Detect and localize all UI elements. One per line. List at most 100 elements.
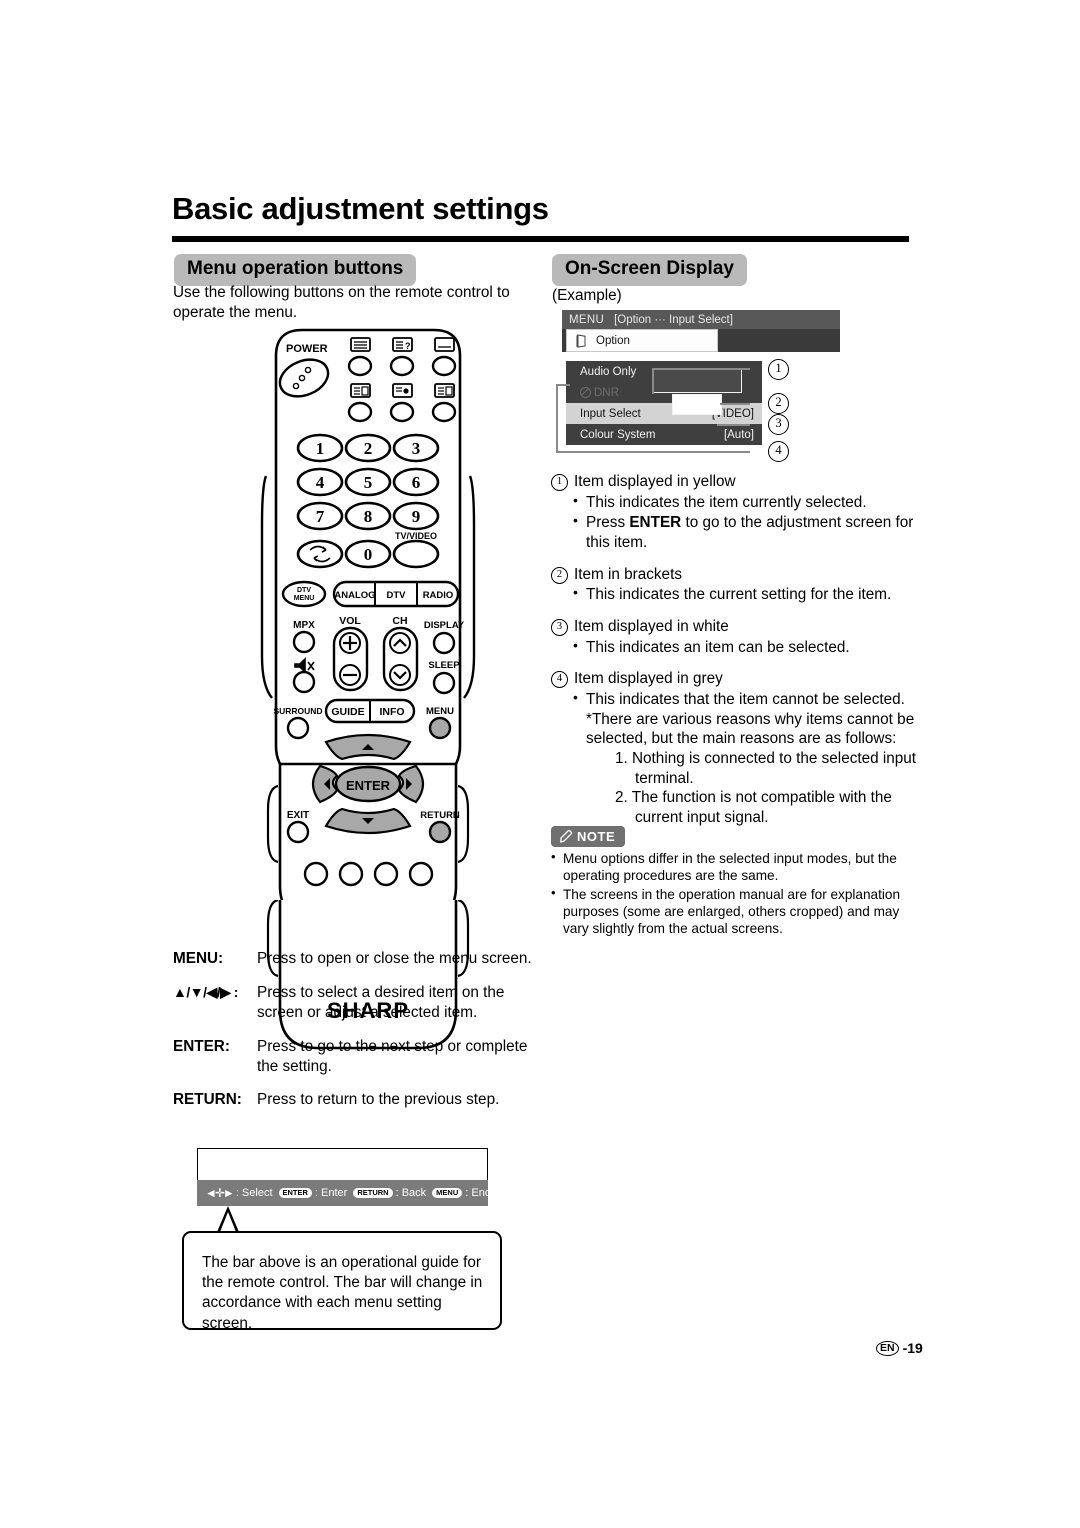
explanation-title-3: Item displayed in white — [574, 617, 729, 635]
svg-text:RETURN: RETURN — [420, 810, 460, 821]
svg-text:EXIT: EXIT — [287, 810, 309, 821]
explanation-number-3: 3 — [551, 618, 568, 636]
osd-menu-path: [Option ··· Input Select] — [614, 313, 733, 326]
guide-menu-label: : End — [465, 1187, 491, 1199]
osd-row-colour-system[interactable]: Colour System [Auto] — [566, 424, 762, 445]
osd-explanation-item-2: 2 Item in brackets This indicates the cu… — [551, 565, 923, 605]
guide-return-key: RETURN — [353, 1188, 393, 1198]
svg-text:ENTER: ENTER — [346, 778, 391, 793]
svg-text:6: 6 — [412, 473, 421, 492]
explanation-bullets-2: This indicates the current setting for t… — [551, 584, 923, 605]
svg-text:4: 4 — [316, 473, 325, 492]
svg-text:POWER: POWER — [286, 343, 328, 355]
note-badge: NOTE — [551, 826, 626, 847]
button-description-list: MENU: Press to open or close the menu sc… — [173, 949, 533, 1124]
section-heading-menu-operation-buttons: Menu operation buttons — [174, 254, 417, 286]
svg-text:DISPLAY: DISPLAY — [424, 620, 465, 631]
leader-line-4-stub — [556, 384, 570, 386]
svg-text:INFO: INFO — [379, 706, 404, 718]
example-label: (Example) — [552, 287, 622, 304]
intro-line-2: operate the menu. — [173, 303, 298, 321]
leader-line-2 — [720, 403, 750, 405]
button-key-return: RETURN: — [173, 1091, 242, 1109]
svg-text:SURROUND: SURROUND — [273, 706, 322, 716]
osd-row-input-select[interactable]: Input Select [VIDEO] — [566, 403, 762, 424]
svg-text:9: 9 — [412, 507, 421, 526]
svg-text:3: 3 — [412, 439, 421, 458]
explanation-heading: 3 Item displayed in white — [551, 617, 923, 637]
button-key-menu: MENU: — [173, 950, 224, 967]
button-desc-return: Press to return to the previous step. — [257, 1091, 500, 1109]
explanation-heading: 1 Item displayed in yellow — [551, 472, 923, 492]
osd-menu-bar: MENU [Option ··· Input Select] — [562, 310, 840, 329]
svg-text:ANALOG: ANALOG — [334, 590, 375, 601]
svg-text:GUIDE: GUIDE — [331, 706, 364, 718]
osd-tab-label: Option — [596, 334, 630, 347]
svg-text:MPX: MPX — [293, 620, 315, 631]
button-description-row: ENTER: Press to go to the next step or c… — [173, 1037, 533, 1077]
svg-text:?: ? — [405, 341, 411, 351]
explanation-bullet: This indicates the item currently select… — [551, 492, 923, 513]
svg-text:2: 2 — [364, 439, 373, 458]
guide-bar-callout-box: The bar above is an operational guide fo… — [182, 1231, 502, 1332]
menu-operation-intro: Use the following buttons on the remote … — [173, 283, 529, 322]
explanation-bullet: This indicates the current setting for t… — [551, 584, 923, 605]
leader-line-1 — [652, 368, 750, 370]
page-footer: EN -19 — [876, 1340, 923, 1356]
callout-number-2: 2 — [768, 393, 789, 414]
svg-text:CH: CH — [392, 615, 407, 627]
button-key-enter: ENTER: — [173, 1037, 230, 1055]
callout-number-3: 3 — [768, 414, 789, 435]
svg-text:SLEEP: SLEEP — [428, 660, 460, 671]
osd-label-dnr: DNR — [594, 386, 619, 399]
explanation-title-4: Item displayed in grey — [574, 670, 723, 688]
locale-badge: EN — [876, 1340, 899, 1356]
osd-tab-option[interactable]: Option — [566, 329, 718, 352]
explanation-bullets-4: This indicates that the item cannot be s… — [551, 689, 923, 710]
page-title: Basic adjustment settings — [172, 191, 549, 226]
osd-label-colour-system: Colour System — [580, 428, 656, 441]
osd-explanation-item-1: 1 Item displayed in yellow This indicate… — [551, 472, 923, 553]
svg-text:MENU: MENU — [426, 706, 454, 717]
button-desc-menu: Press to open or close the menu screen. — [257, 950, 532, 967]
title-rule — [172, 236, 909, 242]
svg-text:RADIO: RADIO — [423, 590, 454, 601]
explanation-heading: 4 Item displayed in grey — [551, 669, 923, 689]
explanation-bullet: Press ENTER to go to the adjustment scre… — [551, 512, 923, 552]
osd-highlight-selected-item — [652, 369, 742, 393]
explanation-number-1: 1 — [551, 474, 568, 491]
button-description-row: MENU: Press to open or close the menu sc… — [173, 949, 533, 969]
button-description-row: ▲/▼/◀/▶ : Press to select a desired item… — [173, 983, 533, 1023]
explanation-number-4: 4 — [551, 671, 568, 689]
leader-line-4-vert — [556, 384, 558, 452]
operational-guide-bar: ◄✛► : Select ENTER : Enter RETURN : Back… — [197, 1180, 491, 1206]
osd-explanation-item-4: 4 Item displayed in grey This indicates … — [551, 669, 923, 827]
svg-text:7: 7 — [316, 507, 325, 526]
osd-highlight-bracket-value — [672, 394, 722, 415]
leader-line-4 — [556, 451, 750, 453]
section-heading-on-screen-display: On-Screen Display — [552, 254, 747, 286]
svg-text:TV/VIDEO: TV/VIDEO — [395, 531, 437, 541]
svg-text:0: 0 — [364, 545, 373, 564]
guide-return-segment: RETURN : Back — [353, 1187, 426, 1199]
explanation-number-2: 2 — [551, 566, 568, 584]
explanation-bullets-3: This indicates an item can be selected. — [551, 637, 923, 658]
svg-text:MENU: MENU — [294, 595, 315, 602]
button-desc-enter: Press to go to the next step or complete… — [257, 1037, 528, 1075]
svg-text:DTV: DTV — [297, 587, 311, 594]
intro-line-1: Use the following buttons on the remote … — [173, 284, 510, 301]
leader-line-1-vert — [652, 368, 654, 394]
callout-number-1: 1 — [768, 359, 789, 380]
guide-enter-label: : Enter — [314, 1187, 348, 1199]
svg-text:5: 5 — [364, 473, 373, 492]
svg-text:1: 1 — [316, 439, 325, 458]
explanation-title-1: Item displayed in yellow — [574, 473, 736, 490]
enter-keyword: ENTER — [629, 514, 682, 532]
osd-value-colour-system: [Auto] — [723, 428, 754, 441]
osd-label-input-select: Input Select — [580, 407, 641, 420]
note-bullets: Menu options differ in the selected inpu… — [551, 849, 923, 937]
guide-enter-segment: ENTER : Enter — [278, 1187, 348, 1199]
guide-select-label: : Select — [235, 1187, 273, 1199]
svg-text:VOL: VOL — [339, 615, 361, 627]
guide-return-label: : Back — [395, 1187, 427, 1199]
